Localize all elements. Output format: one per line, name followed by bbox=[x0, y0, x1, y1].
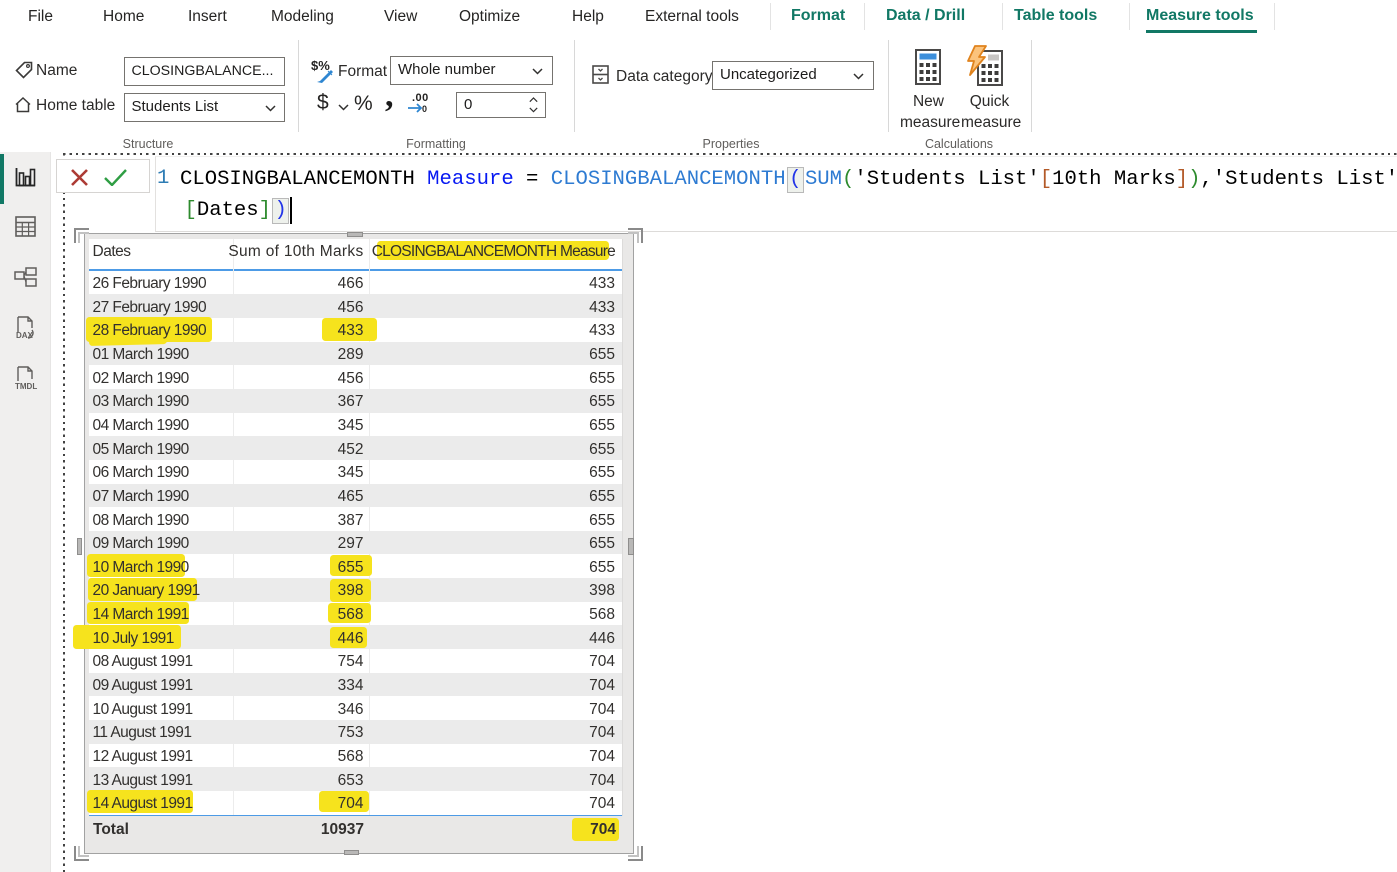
svg-text:DAX: DAX bbox=[16, 331, 34, 340]
svg-text:0: 0 bbox=[422, 104, 427, 113]
svg-text:TMDL: TMDL bbox=[15, 382, 37, 391]
